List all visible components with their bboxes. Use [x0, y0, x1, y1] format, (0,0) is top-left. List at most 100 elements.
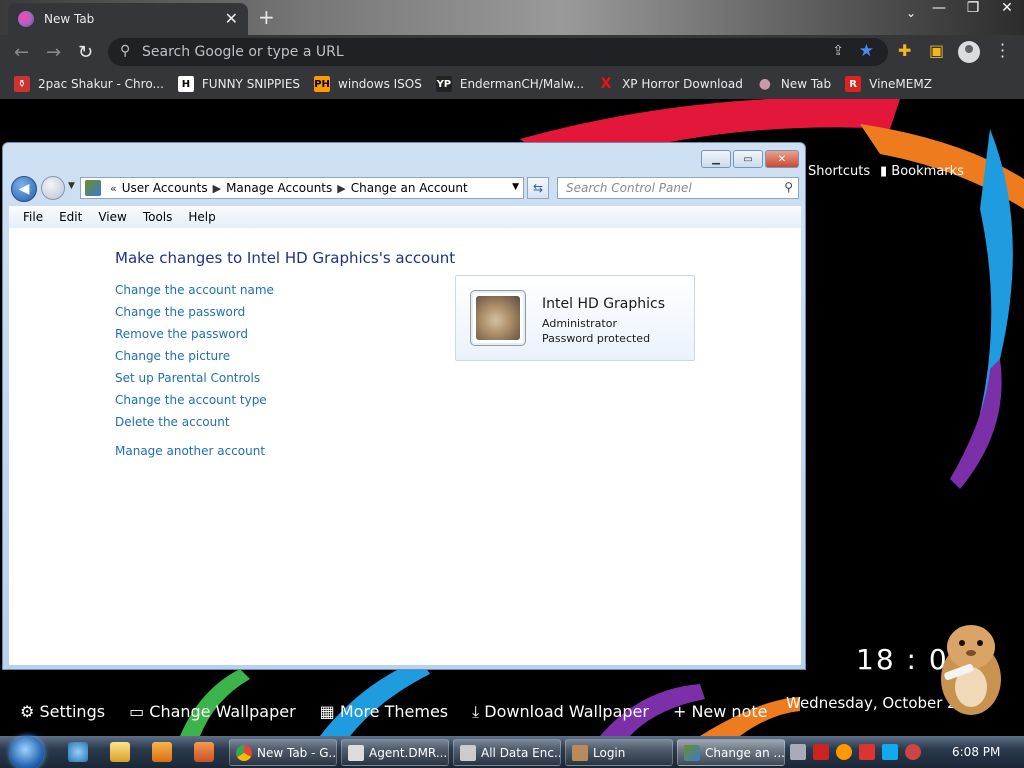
shortcuts-link[interactable]: Shortcuts	[808, 164, 870, 179]
media-player-icon[interactable]	[152, 742, 172, 762]
tray-search-icon[interactable]	[836, 744, 852, 760]
user-accounts-icon	[85, 180, 101, 196]
maximize-button[interactable]: ▭	[733, 150, 763, 168]
page-title: Make changes to Intel HD Graphics's acco…	[115, 249, 456, 267]
date: Wednesday, October 2	[786, 694, 957, 712]
task-change-account[interactable]: Change an ...	[677, 739, 785, 766]
bookmarks-link[interactable]: ▮ Bookmarks	[880, 164, 964, 179]
manage-another-account-link[interactable]: Manage another account	[115, 444, 274, 466]
internet-explorer-icon[interactable]	[68, 742, 88, 762]
back-button[interactable]: ◀	[11, 176, 37, 202]
menu-help[interactable]: Help	[180, 210, 223, 224]
menu-file[interactable]: File	[15, 210, 51, 224]
extensions-puzzle-icon[interactable]: ✚	[898, 41, 911, 60]
task-agent[interactable]: Agent.DMR...	[341, 739, 449, 766]
task-chrome[interactable]: New Tab - G...	[229, 739, 337, 766]
bookmark-vinememz[interactable]: R VineMEMZ	[845, 76, 932, 92]
breadcrumb-overflow[interactable]: «	[110, 182, 117, 195]
remove-password-link[interactable]: Remove the password	[115, 327, 274, 349]
tray-icon[interactable]	[790, 744, 806, 760]
delete-account-link[interactable]: Delete the account	[115, 415, 274, 437]
bookmarks-bar: ⚱ 2pac Shakur - Chro... H FUNNY SNIPPIES P…	[0, 69, 1024, 99]
start-button[interactable]	[10, 736, 44, 768]
minimize-icon[interactable]: —	[932, 0, 946, 16]
change-account-type-link[interactable]: Change the account type	[115, 393, 274, 415]
change-wallpaper-button[interactable]: ▭ Change Wallpaper	[129, 702, 296, 722]
chrome-menu-icon[interactable]: · · ·	[1000, 37, 1005, 65]
tray-flag-icon[interactable]	[859, 744, 875, 760]
explorer-folder-icon[interactable]	[110, 742, 130, 762]
restore-icon[interactable]: ❐	[966, 0, 980, 16]
browser-tab[interactable]: New Tab ✕	[8, 3, 248, 35]
menu-tools[interactable]: Tools	[135, 210, 181, 224]
breadcrumb-user-accounts[interactable]: User Accounts	[122, 181, 208, 195]
task-all-data[interactable]: All Data Enc...	[453, 739, 561, 766]
forward-button[interactable]	[41, 176, 65, 200]
address-bar[interactable]: ⚲ Search Google or type a URL ⇪ ★	[108, 38, 888, 66]
account-type: Administrator	[542, 317, 617, 330]
forward-arrow-icon[interactable]: →	[46, 42, 61, 63]
breadcrumb-manage-accounts[interactable]: Manage Accounts	[226, 181, 332, 195]
bookmark-favicon-icon: YP	[435, 76, 452, 92]
more-themes-button[interactable]: ▦ More Themes	[320, 702, 448, 722]
window-app-icon	[460, 744, 476, 761]
search-icon: ⚲	[120, 43, 131, 59]
tab-title: New Tab	[44, 12, 95, 26]
profile-avatar[interactable]	[958, 41, 980, 63]
search-icon[interactable]: ⚲	[784, 180, 793, 194]
tray-display-icon[interactable]	[882, 744, 898, 760]
browser-toolbar: ← → ↻ ⚲ Search Google or type a URL ⇪ ★ …	[0, 35, 1024, 69]
kitten-picture-icon	[476, 296, 520, 340]
address-dropdown-icon[interactable]: ▼	[512, 182, 519, 192]
parental-controls-link[interactable]: Set up Parental Controls	[115, 371, 274, 393]
bookmark-new-tab[interactable]: ● New Tab	[757, 76, 831, 92]
taskbar-clock[interactable]: 6:08 PM	[952, 745, 1000, 759]
bookmark-favicon-icon: H	[177, 76, 194, 92]
new-tab-button[interactable]: +	[258, 5, 275, 29]
close-button[interactable]: ✕	[765, 150, 799, 168]
download-wallpaper-button[interactable]: ⤓ Download Wallpaper	[472, 702, 649, 722]
tray-volume-icon[interactable]	[905, 744, 921, 760]
search-control-panel-input[interactable]: Search Control Panel ⚲	[557, 177, 799, 199]
reload-icon[interactable]: ↻	[78, 42, 93, 63]
address-breadcrumb[interactable]: « User Accounts ▶ Manage Accounts ▶ Chan…	[80, 177, 524, 199]
hamster-sticker	[936, 617, 1006, 717]
new-note-button[interactable]: + New note	[673, 702, 768, 722]
menu-bar: File Edit View Tools Help	[9, 206, 801, 228]
content-area: Make changes to Intel HD Graphics's acco…	[9, 228, 801, 665]
bookmark-xp-horror[interactable]: X XP Horror Download	[598, 76, 743, 92]
breadcrumb-arrow-icon[interactable]: ▶	[337, 182, 345, 195]
change-password-link[interactable]: Change the password	[115, 305, 274, 327]
account-task-links: Change the account name Change the passw…	[115, 283, 274, 466]
menu-edit[interactable]: Edit	[51, 210, 90, 224]
close-icon[interactable]: ✕	[1000, 0, 1014, 16]
minimize-button[interactable]: ▁	[701, 150, 731, 168]
menu-view[interactable]: View	[90, 210, 134, 224]
account-status: Password protected	[542, 332, 651, 345]
pinned-app-icon[interactable]	[194, 742, 214, 762]
avatar	[470, 290, 526, 346]
breadcrumb-change-account[interactable]: Change an Account	[351, 181, 468, 195]
bookmark-favicon-icon: X	[600, 76, 612, 92]
change-picture-link[interactable]: Change the picture	[115, 349, 274, 371]
bookmark-star-icon[interactable]: ★	[859, 41, 874, 61]
bookmark-2pac[interactable]: ⚱ 2pac Shakur - Chro...	[14, 76, 164, 92]
share-icon[interactable]: ⇪	[832, 43, 844, 59]
control-panel-window: ▁ ▭ ✕ ◀ ▼ « User Accounts ▶ Manage Accou…	[2, 142, 806, 670]
tray-v-icon[interactable]	[813, 744, 829, 760]
bookmark-windows-isos[interactable]: PH windows ISOS	[314, 76, 422, 92]
tab-close-icon[interactable]: ✕	[225, 11, 238, 27]
bookmark-endermanch[interactable]: YP EndermanCH/Malw...	[435, 76, 584, 92]
refresh-button[interactable]: ⇆	[527, 177, 549, 199]
recent-pages-chevron-icon[interactable]: ▼	[68, 181, 75, 191]
back-arrow-icon[interactable]: ←	[14, 42, 29, 63]
tab-search-chevron-icon[interactable]: ⌄	[906, 6, 916, 20]
settings-button[interactable]: ⚙ Settings	[20, 702, 105, 722]
side-panel-icon[interactable]: ▣	[929, 41, 944, 60]
ntp-bottom-bar: ⚙ Settings ▭ Change Wallpaper ▦ More The…	[20, 702, 767, 722]
bookmark-funny-snippies[interactable]: H FUNNY SNIPPIES	[177, 76, 300, 92]
task-login[interactable]: Login	[565, 739, 673, 766]
change-account-name-link[interactable]: Change the account name	[115, 283, 274, 305]
new-tab-favicon-icon	[18, 11, 34, 27]
breadcrumb-arrow-icon[interactable]: ▶	[213, 182, 221, 195]
